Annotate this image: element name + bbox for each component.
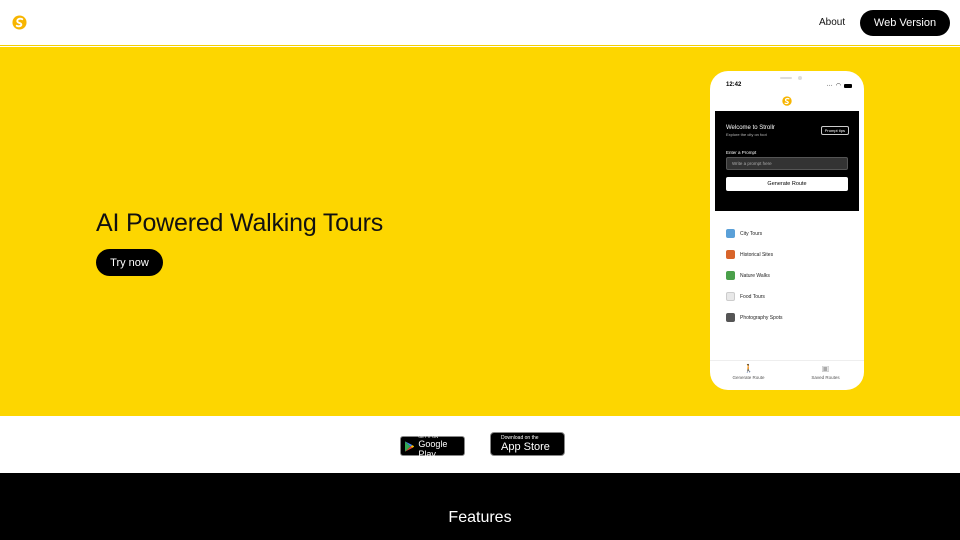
app-store-badge[interactable]: Download on the App Store [490, 432, 565, 456]
features-section: Features [0, 473, 960, 540]
welcome-subtitle: Explore the city on foot [726, 132, 767, 137]
top-nav: About Web Version [0, 0, 960, 46]
phone-speaker [780, 77, 792, 79]
prompt-label: Enter a Prompt [726, 150, 757, 155]
web-version-button[interactable]: Web Version [860, 10, 950, 36]
features-title: Features [448, 509, 512, 526]
hero-title: AI Powered Walking Tours [96, 209, 383, 237]
category-historical-sites[interactable]: Historical Sites [726, 244, 783, 265]
strollr-logo-icon[interactable] [12, 15, 27, 30]
walker-icon: 🚶 [743, 364, 754, 373]
prompt-tips-button[interactable]: Prompt tips [820, 126, 849, 135]
castle-icon [726, 250, 735, 259]
category-food-tours[interactable]: Food Tours [726, 286, 783, 307]
category-label: Historical Sites [740, 251, 774, 258]
apple-big-text: App Store [501, 440, 550, 453]
prompt-card: Welcome to Strollr Explore the city on f… [715, 111, 859, 211]
category-nature-walks[interactable]: Nature Walks [726, 265, 783, 286]
category-label: Nature Walks [740, 272, 770, 279]
phone-mockup: 12:42 ··· ◠ Welcome to Strollr Explore t… [710, 71, 864, 390]
tab-saved-routes[interactable]: ▣ Saved Routes [787, 361, 864, 390]
wifi-icon: ◠ [835, 83, 841, 89]
save-icon: ▣ [821, 364, 830, 373]
welcome-title: Welcome to Strollr [726, 125, 775, 131]
phone-camera [798, 76, 802, 80]
category-label: City Tours [740, 230, 763, 237]
generate-route-button[interactable]: Generate Route [726, 177, 848, 191]
prompt-input[interactable]: Write a prompt here [726, 157, 848, 170]
battery-icon [844, 83, 852, 88]
phone-time: 12:42 [726, 82, 742, 88]
category-photography-spots[interactable]: Photography Spots [726, 307, 783, 328]
google-play-badge[interactable]: GET IT ON Google Play [400, 434, 465, 459]
category-label: Photography Spots [740, 314, 783, 321]
category-city-tours[interactable]: City Tours [726, 223, 783, 244]
try-now-button[interactable]: Try now [96, 249, 163, 276]
landscape-icon [726, 271, 735, 280]
phone-status-icons: ··· ◠ [827, 82, 852, 89]
google-big-text: Google Play [418, 438, 448, 459]
signal-icon: ··· [826, 82, 833, 89]
google-play-icon [405, 440, 415, 452]
about-link[interactable]: About [819, 17, 845, 28]
tab-generate-route[interactable]: 🚶 Generate Route [710, 361, 787, 390]
menu-icon [726, 292, 735, 301]
hero-section: AI Powered Walking Tours Try now 12:42 ·… [0, 47, 960, 416]
app-logo-icon [782, 96, 792, 106]
store-badges: GET IT ON Google Play Download on the Ap… [0, 416, 960, 473]
category-label: Food Tours [740, 293, 765, 300]
phone-tab-bar: 🚶 Generate Route ▣ Saved Routes [710, 360, 864, 390]
category-list: City Tours Historical Sites Nature Walks… [726, 223, 783, 328]
camera-icon [726, 313, 735, 322]
cityscape-icon [726, 229, 735, 238]
tab-label: Saved Routes [811, 375, 840, 380]
tab-label: Generate Route [732, 375, 765, 380]
